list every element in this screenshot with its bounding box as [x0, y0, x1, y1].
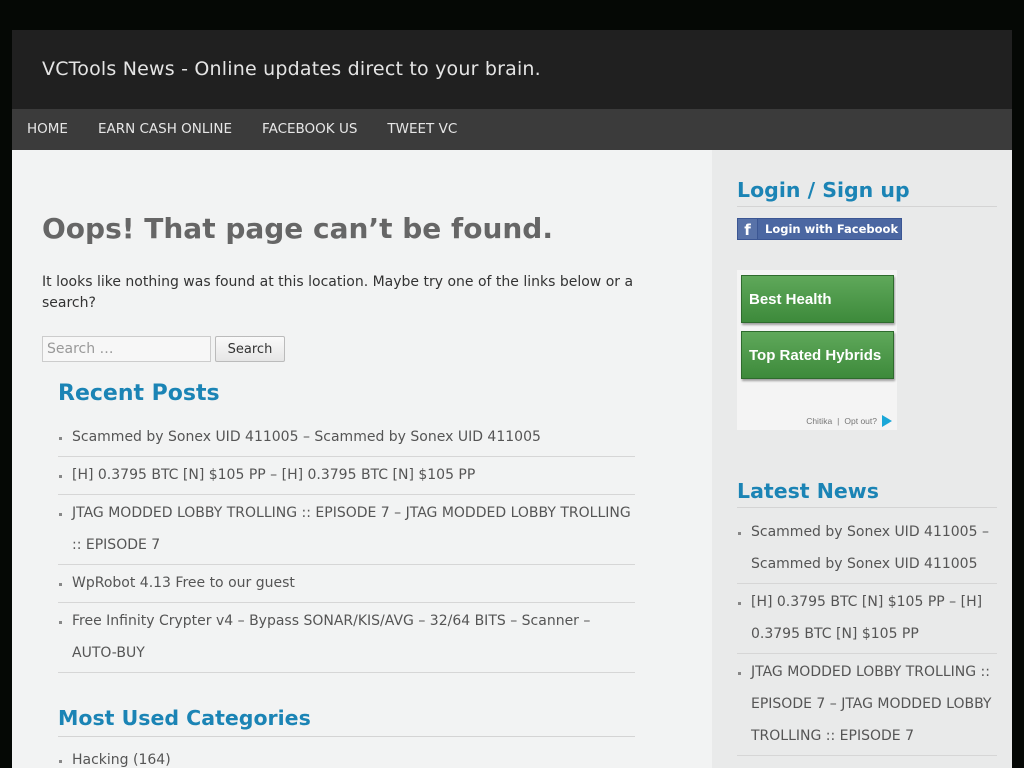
main-navigation: HOME EARN CASH ONLINE FACEBOOK US TWEET … — [12, 109, 1012, 150]
login-widget-title: Login / Sign up — [737, 178, 910, 202]
list-item: [H] 0.3795 BTC [N] $105 PP – [H] 0.3795 … — [58, 457, 635, 495]
recent-posts-title: Recent Posts — [58, 381, 220, 406]
search-form: Search — [42, 336, 285, 362]
recent-post-link[interactable]: [H] 0.3795 BTC [N] $105 PP – [H] 0.3795 … — [72, 467, 475, 483]
list-item: Scammed by Sonex UID 411005 – Scammed by… — [58, 419, 635, 457]
site-title[interactable]: VCTools News - Online updates direct to … — [42, 58, 541, 80]
ad-unit: Best Health Top Rated Hybrids Chitika | … — [737, 270, 897, 430]
search-input[interactable] — [42, 336, 211, 362]
search-button[interactable]: Search — [215, 336, 285, 362]
facebook-login-button[interactable]: f Login with Facebook — [737, 218, 902, 240]
categories-title: Most Used Categories — [58, 706, 311, 730]
site-header: VCTools News - Online updates direct to … — [12, 30, 1012, 109]
latest-news-title: Latest News — [737, 479, 879, 503]
categories-list: Hacking (164) — [58, 742, 635, 768]
facebook-login-label: Login with Facebook — [765, 222, 899, 236]
nav-item-earn-cash-online[interactable]: EARN CASH ONLINE — [83, 109, 247, 150]
list-item: Scammed by Sonex UID 411005 – Scammed by… — [737, 514, 997, 584]
list-item: JTAG MODDED LOBBY TROLLING :: EPISODE 7 … — [58, 495, 635, 565]
ad-button-top-rated-hybrids[interactable]: Top Rated Hybrids — [741, 331, 894, 379]
divider — [58, 736, 635, 737]
not-found-message: It looks like nothing was found at this … — [42, 274, 634, 311]
facebook-icon: f — [738, 219, 758, 239]
news-link[interactable]: Scammed by Sonex UID 411005 – Scammed by… — [751, 524, 989, 572]
sidebar: Login / Sign up f Login with Facebook Be… — [712, 150, 1012, 768]
recent-post-link[interactable]: Scammed by Sonex UID 411005 – Scammed by… — [72, 429, 541, 445]
main-content: Oops! That page can’t be found. It looks… — [12, 150, 712, 768]
ad-opt-out-link[interactable]: Opt out? — [844, 416, 877, 426]
recent-posts-list: Scammed by Sonex UID 411005 – Scammed by… — [58, 419, 635, 673]
recent-post-link[interactable]: Free Infinity Crypter v4 – Bypass SONAR/… — [72, 613, 590, 661]
list-item: [H] 0.3795 BTC [N] $105 PP – [H] 0.3795 … — [737, 584, 997, 654]
divider — [737, 507, 997, 508]
news-link[interactable]: [H] 0.3795 BTC [N] $105 PP – [H] 0.3795 … — [751, 594, 982, 642]
latest-news-list: Scammed by Sonex UID 411005 – Scammed by… — [737, 514, 997, 756]
ad-separator: | — [837, 416, 840, 426]
category-count: (164) — [133, 752, 171, 768]
ad-brand[interactable]: Chitika — [806, 416, 832, 426]
news-link[interactable]: JTAG MODDED LOBBY TROLLING :: EPISODE 7 … — [751, 664, 991, 744]
recent-post-link[interactable]: WpRobot 4.13 Free to our guest — [72, 575, 295, 591]
nav-item-home[interactable]: HOME — [12, 109, 83, 150]
recent-post-link[interactable]: JTAG MODDED LOBBY TROLLING :: EPISODE 7 … — [72, 505, 631, 553]
page-title: Oops! That page can’t be found. — [42, 212, 553, 245]
body-area: Oops! That page can’t be found. It looks… — [12, 150, 1012, 768]
adchoices-icon[interactable] — [882, 415, 892, 427]
list-item: Free Infinity Crypter v4 – Bypass SONAR/… — [58, 603, 635, 673]
divider — [737, 206, 997, 207]
ad-button-best-health[interactable]: Best Health — [741, 275, 894, 323]
nav-item-facebook-us[interactable]: FACEBOOK US — [247, 109, 372, 150]
page-wrapper: VCTools News - Online updates direct to … — [12, 30, 1012, 768]
list-item: Hacking (164) — [58, 742, 635, 768]
nav-item-tweet-vc[interactable]: TWEET VC — [372, 109, 472, 150]
category-link[interactable]: Hacking — [72, 752, 129, 768]
list-item: JTAG MODDED LOBBY TROLLING :: EPISODE 7 … — [737, 654, 997, 756]
ad-footer: Chitika | Opt out? — [806, 415, 892, 427]
list-item: WpRobot 4.13 Free to our guest — [58, 565, 635, 603]
